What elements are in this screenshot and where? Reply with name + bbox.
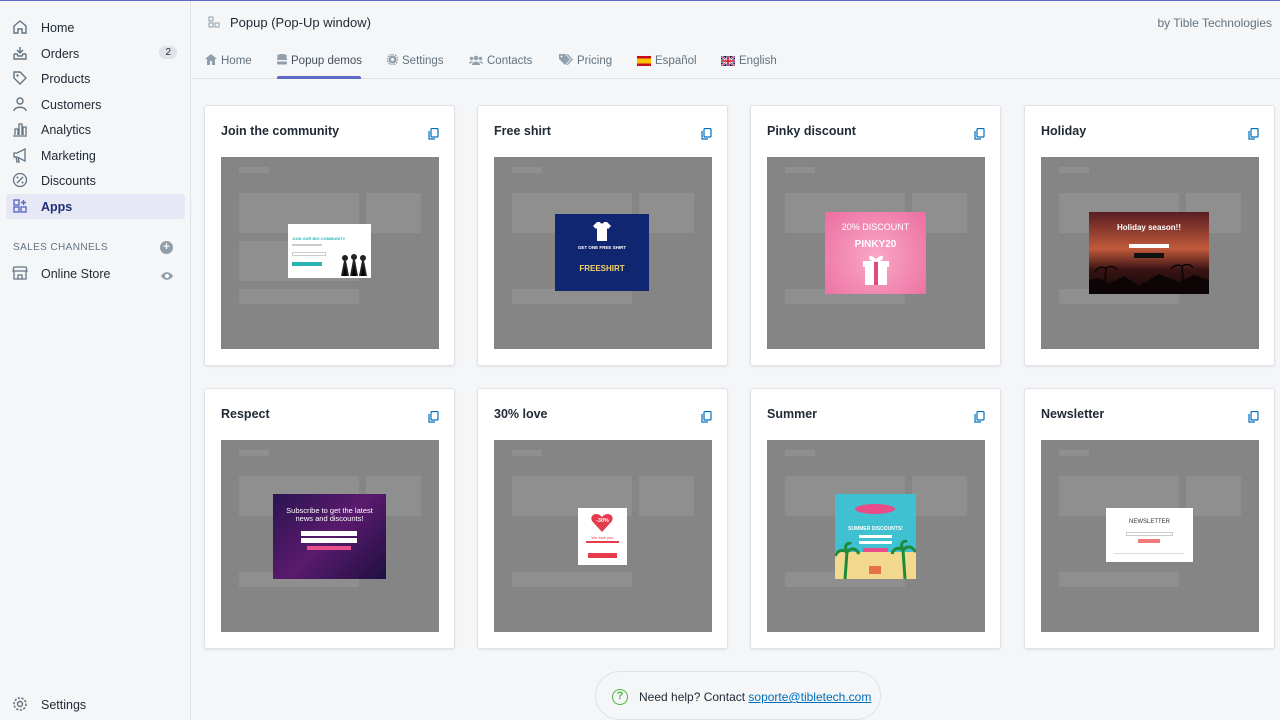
demo-card-summer[interactable]: Summer SUMMER DISCOUNTS! bbox=[750, 388, 1001, 649]
megaphone-icon bbox=[11, 146, 29, 164]
sidebar-item-apps[interactable]: Apps bbox=[6, 194, 185, 219]
person-icon bbox=[11, 95, 29, 113]
copy-icon[interactable] bbox=[428, 127, 439, 145]
popup-preview[interactable]: NEWSLETTER bbox=[1041, 440, 1259, 632]
demo-card-free-shirt[interactable]: Free shirt GET ONE FREE SHIRT FREESHIRT bbox=[477, 105, 728, 366]
popup-preview[interactable]: Holiday season!! bbox=[1041, 157, 1259, 349]
database-icon bbox=[277, 54, 287, 68]
demo-card-pinky-discount[interactable]: Pinky discount 20% DISCOUNT PINKY20 bbox=[750, 105, 1001, 366]
sidebar-item-orders[interactable]: Orders 2 bbox=[6, 41, 185, 66]
copy-icon[interactable] bbox=[974, 410, 985, 428]
orders-count-badge: 2 bbox=[159, 46, 177, 59]
sidebar-item-label: Online Store bbox=[41, 266, 111, 281]
apps-icon bbox=[11, 197, 29, 215]
popup-preview[interactable]: JOIN OUR BIG COMMUNITY bbox=[221, 157, 439, 349]
sidebar-item-label: Orders bbox=[41, 46, 80, 61]
spain-flag-icon bbox=[637, 56, 651, 66]
gear-icon bbox=[386, 53, 399, 68]
popup-thumbnail: NEWSLETTER bbox=[1106, 508, 1193, 562]
sidebar-item-label: Customers bbox=[41, 97, 102, 112]
sidebar-item-label: Analytics bbox=[41, 122, 92, 137]
popup-thumbnail: Holiday season!! bbox=[1089, 212, 1209, 294]
discount-icon bbox=[11, 171, 29, 189]
sidebar-item-analytics[interactable]: Analytics bbox=[6, 117, 185, 142]
app-icon bbox=[208, 15, 220, 33]
home-icon bbox=[205, 54, 217, 68]
card-title: Summer bbox=[767, 407, 818, 421]
copy-icon[interactable] bbox=[701, 127, 712, 145]
card-title: Free shirt bbox=[494, 124, 551, 138]
sidebar-item-label: Settings bbox=[41, 697, 87, 712]
developer-credit: by Tible Technologies bbox=[1157, 16, 1272, 30]
sidebar-item-marketing[interactable]: Marketing bbox=[6, 143, 185, 168]
page-title: Popup (Pop-Up window) bbox=[230, 15, 371, 30]
demo-card-holiday[interactable]: Holiday Holiday season!! bbox=[1024, 105, 1275, 366]
active-tab-indicator bbox=[277, 76, 361, 79]
sidebar-item-customers[interactable]: Customers bbox=[6, 92, 185, 117]
uk-flag-icon bbox=[721, 56, 735, 66]
store-icon bbox=[11, 264, 29, 282]
bar-chart-icon bbox=[11, 120, 29, 138]
card-title: Respect bbox=[221, 407, 270, 421]
tab-pricing[interactable]: Pricing bbox=[559, 53, 612, 69]
sidebar-item-home[interactable]: Home bbox=[6, 15, 185, 40]
popup-preview[interactable]: GET ONE FREE SHIRT FREESHIRT bbox=[494, 157, 712, 349]
popup-thumbnail: 20% DISCOUNT PINKY20 bbox=[825, 212, 926, 294]
orders-icon bbox=[11, 44, 29, 62]
sidebar-item-label: Products bbox=[41, 71, 91, 86]
demo-card-newsletter[interactable]: Newsletter NEWSLETTER bbox=[1024, 388, 1275, 649]
sidebar-item-online-store[interactable]: Online Store bbox=[6, 261, 185, 286]
sidebar-item-settings[interactable]: Settings bbox=[6, 692, 185, 717]
tab-home[interactable]: Home bbox=[205, 53, 252, 69]
sales-channels-title: SALES CHANNELS bbox=[13, 242, 109, 253]
sidebar-item-products[interactable]: Products bbox=[6, 66, 185, 91]
sidebar-item-label: Marketing bbox=[41, 148, 96, 163]
gear-icon bbox=[11, 695, 29, 713]
popup-thumbnail: -30% We love you bbox=[578, 508, 627, 565]
card-title: Newsletter bbox=[1041, 407, 1105, 421]
popup-preview[interactable]: Subscribe to get the latest news and dis… bbox=[221, 440, 439, 632]
popup-thumbnail: JOIN OUR BIG COMMUNITY bbox=[288, 224, 371, 278]
sidebar-item-label: Discounts bbox=[41, 173, 96, 188]
tags-icon bbox=[559, 53, 573, 68]
tab-popup-demos[interactable]: Popup demos bbox=[277, 53, 362, 69]
copy-icon[interactable] bbox=[428, 410, 439, 428]
help-question-icon: ? bbox=[612, 689, 628, 705]
tab-contacts[interactable]: Contacts bbox=[469, 53, 532, 69]
popup-preview[interactable]: 20% DISCOUNT PINKY20 bbox=[767, 157, 985, 349]
card-title: Holiday bbox=[1041, 124, 1087, 138]
sidebar-item-label: Home bbox=[41, 20, 75, 35]
support-email-link[interactable]: soporte@tibletech.com bbox=[748, 690, 871, 704]
sidebar-item-label: Apps bbox=[41, 199, 73, 214]
sidebar-item-discounts[interactable]: Discounts bbox=[6, 168, 185, 193]
demo-card-respect[interactable]: Respect Subscribe to get the latest news… bbox=[204, 388, 455, 649]
popup-thumbnail: GET ONE FREE SHIRT FREESHIRT bbox=[555, 214, 649, 291]
help-banner: ? Need help? Contact soporte@tibletech.c… bbox=[595, 671, 881, 720]
home-icon bbox=[11, 18, 29, 36]
popup-preview[interactable]: SUMMER DISCOUNTS! bbox=[767, 440, 985, 632]
popup-thumbnail: Subscribe to get the latest news and dis… bbox=[273, 494, 386, 579]
users-icon bbox=[469, 55, 483, 68]
popup-thumbnail: SUMMER DISCOUNTS! bbox=[835, 494, 916, 579]
card-title: Join the community bbox=[221, 124, 340, 138]
tag-icon bbox=[11, 69, 29, 87]
copy-icon[interactable] bbox=[974, 127, 985, 145]
card-title: Pinky discount bbox=[767, 124, 856, 138]
card-title: 30% love bbox=[494, 407, 548, 421]
app-header: Popup (Pop-Up window) by Tible Technolog… bbox=[192, 1, 1280, 79]
copy-icon[interactable] bbox=[1248, 127, 1259, 145]
demo-card-30-love[interactable]: 30% love -30% We love you bbox=[477, 388, 728, 649]
tab-espanol[interactable]: Español bbox=[637, 53, 697, 69]
eye-icon[interactable] bbox=[160, 268, 174, 286]
demo-card-join-community[interactable]: Join the community JOIN OUR BIG COMMUNIT… bbox=[204, 105, 455, 366]
popup-preview[interactable]: -30% We love you bbox=[494, 440, 712, 632]
add-channel-button[interactable]: + bbox=[160, 241, 173, 254]
tab-settings[interactable]: Settings bbox=[386, 53, 444, 69]
tab-english[interactable]: English bbox=[721, 53, 777, 69]
copy-icon[interactable] bbox=[1248, 410, 1259, 428]
help-text: Need help? Contact soporte@tibletech.com bbox=[639, 690, 872, 704]
copy-icon[interactable] bbox=[701, 410, 712, 428]
sidebar: Home Orders 2 Products Customers Analyti… bbox=[0, 1, 191, 720]
